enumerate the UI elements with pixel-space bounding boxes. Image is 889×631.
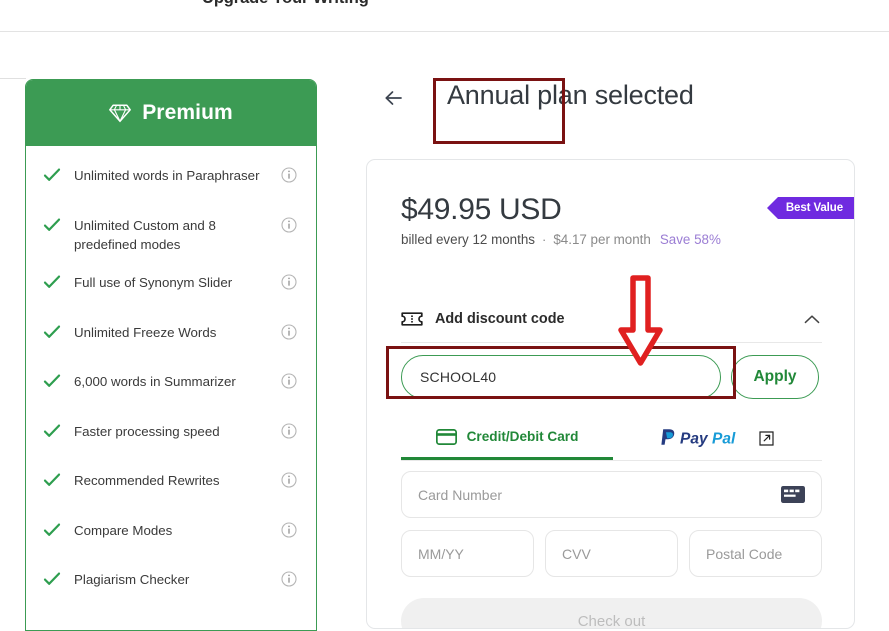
premium-card-header: Premium [26, 80, 316, 146]
per-month-price: $4.17 per month [553, 232, 651, 247]
feature-label: Unlimited Custom and 8 predefined modes [74, 217, 216, 252]
cvv-field[interactable]: CVV [545, 530, 678, 577]
feature-item: 6,000 words in Summarizer [26, 372, 316, 402]
info-icon[interactable] [281, 422, 298, 439]
feature-item: Recommended Rewrites [26, 471, 316, 501]
premium-card-title: Premium [142, 101, 233, 124]
price-details: billed every 12 months · $4.17 per month… [401, 232, 721, 247]
feature-item: Plagiarism Checker [26, 570, 316, 600]
postal-code-field[interactable]: Postal Code [689, 530, 822, 577]
info-icon[interactable] [281, 570, 298, 587]
feature-label: 6,000 words in Summarizer [74, 374, 236, 389]
feature-item: Faster processing speed [26, 422, 316, 452]
feature-label: Recommended Rewrites [74, 473, 220, 488]
check-icon [43, 570, 65, 587]
tab-credit-debit-card[interactable]: Credit/Debit Card [401, 423, 613, 460]
checkout-card: $49.95 USD billed every 12 months · $4.1… [366, 159, 855, 629]
svg-text:Pay: Pay [680, 430, 709, 447]
check-icon [43, 323, 65, 340]
check-icon [43, 521, 65, 538]
info-icon[interactable] [281, 166, 298, 183]
feature-item: Unlimited Custom and 8 predefined modes [26, 216, 316, 254]
card-number-field[interactable]: Card Number [401, 471, 822, 518]
divider [0, 78, 26, 79]
discount-code-row: Apply [401, 354, 822, 400]
add-discount-code-label: Add discount code [435, 311, 565, 327]
feature-item: Unlimited words in Paraphraser [26, 166, 316, 196]
diamond-icon [109, 103, 132, 123]
price-amount: $49.95 USD [401, 193, 562, 226]
check-icon [43, 216, 65, 233]
tab-credit-debit-card-label: Credit/Debit Card [466, 429, 579, 444]
best-value-badge: Best Value [766, 197, 854, 219]
feature-label: Full use of Synonym Slider [74, 275, 233, 290]
credit-card-icon [435, 428, 457, 445]
feature-item: Unlimited Freeze Words [26, 323, 316, 353]
feature-label: Faster processing speed [74, 423, 220, 439]
apply-discount-button[interactable]: Apply [731, 355, 819, 399]
savings-label: Save 58% [659, 232, 721, 247]
ticket-icon [401, 310, 423, 328]
feature-label: Compare Modes [74, 522, 173, 538]
check-icon [43, 273, 65, 290]
card-detail-fields: MM/YY CVV Postal Code [401, 530, 822, 577]
feature-label: Unlimited words in Paraphraser [74, 168, 260, 183]
info-icon[interactable] [281, 323, 298, 340]
cvv-placeholder: CVV [562, 545, 591, 562]
separator-dot: · [541, 232, 547, 247]
info-icon[interactable] [281, 216, 298, 233]
expiry-placeholder: MM/YY [418, 545, 464, 562]
feature-label: Unlimited Freeze Words [74, 324, 217, 340]
premium-feature-list: Unlimited words in Paraphraser Unlimited… [26, 146, 316, 600]
check-icon [43, 372, 65, 389]
chevron-up-icon[interactable] [804, 314, 822, 325]
premium-plan-card: Premium Unlimited words in Paraphraser U… [25, 79, 317, 631]
check-icon [43, 422, 65, 439]
credit-card-swipe-icon [781, 486, 805, 503]
page-title: Upgrade Your Writing [202, 0, 369, 8]
info-icon[interactable] [281, 521, 298, 538]
svg-text:Pal: Pal [712, 430, 736, 447]
billing-period: billed every 12 months [401, 232, 535, 247]
check-icon [43, 166, 65, 183]
feature-item: Compare Modes [26, 521, 316, 551]
feature-item: Full use of Synonym Slider [26, 273, 316, 303]
paypal-logo-icon: Pay Pal [661, 428, 749, 448]
expiry-field[interactable]: MM/YY [401, 530, 534, 577]
external-link-icon [759, 430, 774, 446]
check-icon [43, 471, 65, 488]
add-discount-code-toggle[interactable]: Add discount code [401, 296, 822, 343]
feature-label: Plagiarism Checker [74, 572, 190, 587]
postal-code-placeholder: Postal Code [706, 545, 783, 562]
info-icon[interactable] [281, 471, 298, 488]
app-top-bar: Upgrade Your Writing [0, 0, 889, 32]
checkout-heading: Annual plan selected [447, 80, 694, 110]
info-icon[interactable] [281, 273, 298, 290]
payment-method-tabs: Credit/Debit Card Pay Pal [401, 423, 822, 461]
card-number-placeholder: Card Number [418, 486, 503, 503]
info-icon[interactable] [281, 372, 298, 389]
tab-paypal[interactable]: Pay Pal [613, 423, 822, 460]
check-out-button[interactable]: Check out [401, 598, 822, 628]
discount-code-input[interactable] [401, 355, 721, 399]
back-arrow-icon[interactable] [381, 85, 407, 111]
price-block: $49.95 USD billed every 12 months · $4.1… [401, 192, 721, 247]
